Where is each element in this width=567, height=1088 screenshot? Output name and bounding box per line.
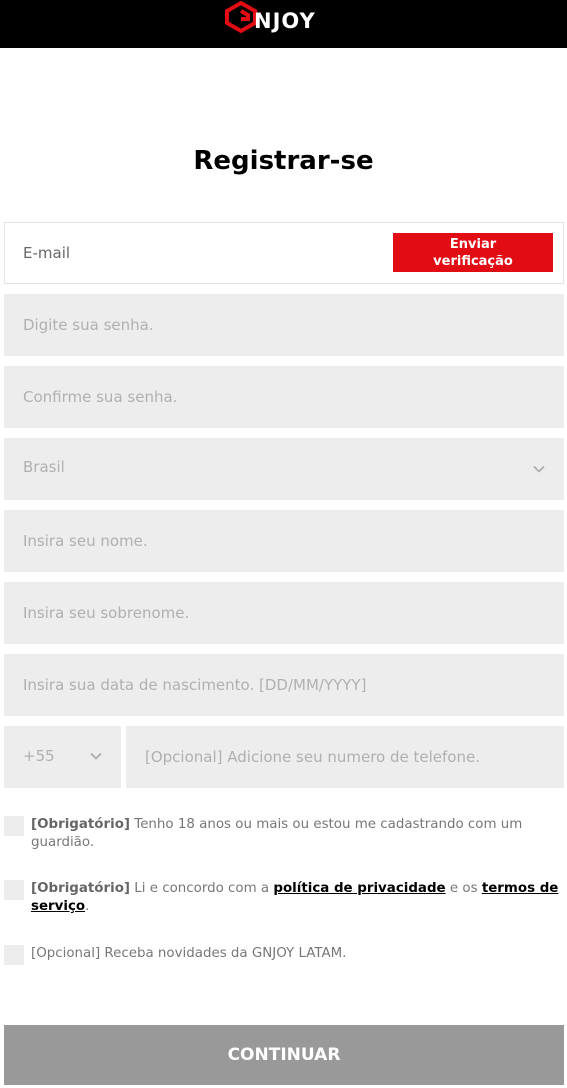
email-field-container: Enviar verificação (4, 222, 564, 284)
password-field (4, 294, 564, 356)
confirm-password-input[interactable] (4, 366, 564, 428)
email-input[interactable] (23, 223, 383, 283)
newsletter-consent-row: [Opcional] Receba novidades da GNJOY LAT… (4, 945, 560, 965)
country-code-select[interactable]: +55 (4, 726, 121, 788)
age-consent-label: [Obrigatório] Tenho 18 anos ou mais ou e… (31, 816, 560, 852)
terms-consent-checkbox[interactable] (4, 880, 24, 900)
continue-button[interactable]: CONTINUAR (4, 1025, 564, 1085)
country-select-value: Brasil (23, 458, 65, 476)
send-verification-button[interactable]: Enviar verificação (393, 233, 553, 272)
age-consent-row: [Obrigatório] Tenho 18 anos ou mais ou e… (4, 816, 560, 852)
phone-input[interactable] (126, 726, 564, 788)
terms-text-after: . (85, 899, 90, 914)
country-code-value: +55 (23, 747, 55, 765)
terms-consent-row: [Obrigatório] Li e concordo com a políti… (4, 880, 560, 916)
logo-text: NJOY (254, 9, 316, 33)
phone-field (126, 726, 564, 788)
confirm-password-field (4, 366, 564, 428)
privacy-policy-link[interactable]: política de privacidade (273, 881, 445, 896)
gnjoy-g-logo-icon (224, 0, 258, 38)
newsletter-consent-label: [Opcional] Receba novidades da GNJOY LAT… (31, 946, 347, 961)
birthdate-field (4, 654, 564, 716)
last-name-field (4, 582, 564, 644)
required-tag: [Obrigatório] (31, 881, 131, 896)
required-tag: [Obrigatório] (31, 817, 131, 832)
country-select[interactable]: Brasil (4, 438, 564, 500)
first-name-input[interactable] (4, 510, 564, 572)
page-title: Registrar-se (193, 146, 374, 176)
birthdate-input[interactable] (4, 654, 564, 716)
terms-text-middle: e os (445, 881, 482, 896)
chevron-down-icon (532, 462, 546, 476)
password-input[interactable] (4, 294, 564, 356)
terms-consent-label: [Obrigatório] Li e concordo com a políti… (31, 880, 560, 916)
top-bar: NJOY (0, 0, 567, 48)
chevron-down-icon (89, 749, 103, 763)
first-name-field (4, 510, 564, 572)
terms-text-before: Li e concordo com a (130, 881, 274, 896)
newsletter-consent-checkbox[interactable] (4, 945, 24, 965)
last-name-input[interactable] (4, 582, 564, 644)
age-consent-checkbox[interactable] (4, 816, 24, 836)
gnjoy-logo[interactable]: NJOY (224, 0, 344, 38)
